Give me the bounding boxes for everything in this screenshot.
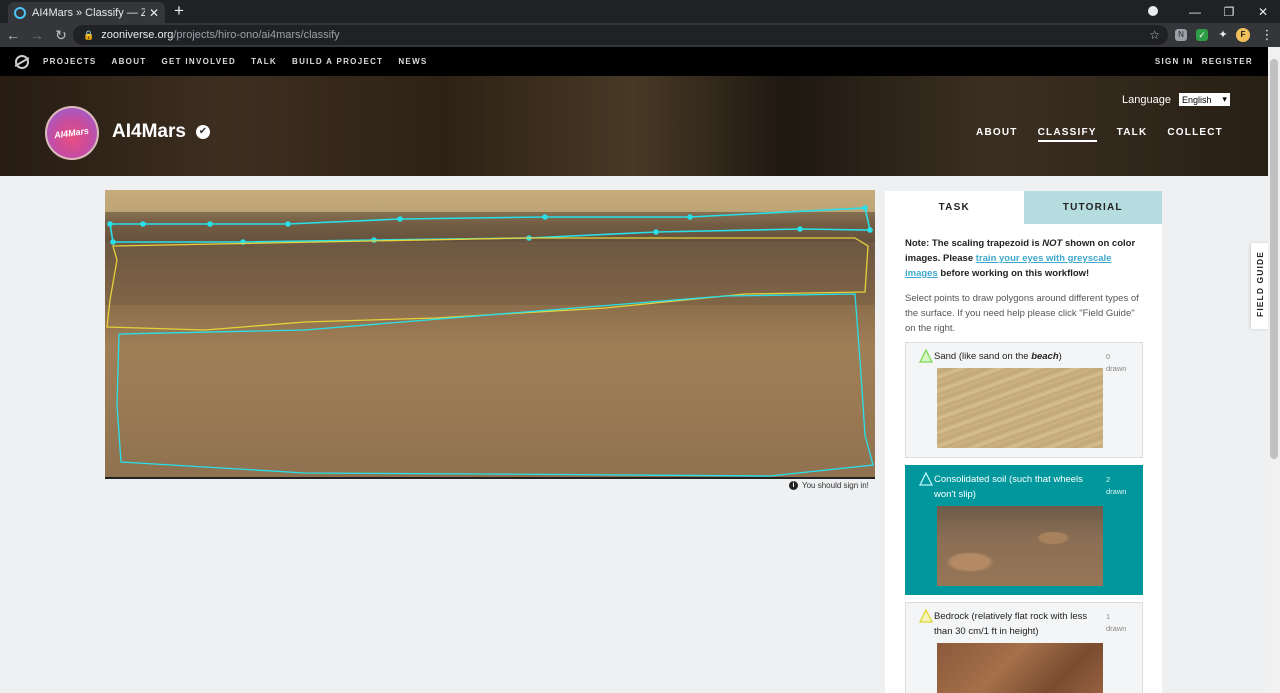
project-title-wrap: AI4Mars ✔ <box>112 121 210 143</box>
close-tab-icon[interactable]: ✕ <box>149 6 159 20</box>
browser-tab[interactable]: AI4Mars » Classify — Zooniverse ✕ <box>8 2 165 23</box>
zooniverse-favicon-icon <box>14 6 26 19</box>
sand-example-image <box>937 368 1103 448</box>
address-bar[interactable]: 🔒 zooniverse.org/projects/hiro-ono/ai4ma… <box>73 25 1168 45</box>
choice-consolidated-soil[interactable]: Consolidated soil (such that wheels won'… <box>905 465 1143 595</box>
choice-label: Consolidated soil (such that wheels won'… <box>934 474 1083 500</box>
choice-count: 1 drawn <box>1106 611 1128 635</box>
subject-bottom-bar <box>105 477 875 479</box>
sign-in-notice: i You should sign in! <box>789 481 869 490</box>
soil-example-image <box>937 506 1103 586</box>
nav-news[interactable]: NEWS <box>398 57 427 66</box>
choice-count: 0 drawn <box>1106 351 1128 375</box>
task-instructions: Select points to draw polygons around di… <box>905 293 1139 334</box>
back-arrow-icon[interactable]: ← <box>2 27 24 43</box>
extension-n-icon[interactable]: N <box>1175 29 1187 41</box>
count-unit: drawn <box>1106 364 1127 373</box>
choice-label: Sand (like sand on the beach) <box>934 351 1062 362</box>
bookmark-star-icon[interactable]: ☆ <box>1149 28 1160 42</box>
browser-toolbar: ← → ↻ 🔒 zooniverse.org/projects/hiro-ono… <box>0 23 1280 47</box>
lock-icon: 🔒 <box>83 29 95 40</box>
close-window-button[interactable]: ✕ <box>1246 5 1280 19</box>
bedrock-example-image <box>937 643 1103 693</box>
page-scrollbar[interactable] <box>1268 47 1280 693</box>
verified-badge-icon: ✔ <box>195 125 210 139</box>
language-label: Language <box>1122 93 1171 106</box>
workflow-note: Note: The scaling trapezoid is NOT shown… <box>905 236 1142 281</box>
window-controls: — ❐ ✕ <box>1144 0 1280 23</box>
avatar-logo-text: AI4Mars <box>53 125 91 141</box>
project-nav-classify[interactable]: CLASSIFY <box>1037 127 1097 142</box>
count-value: 2 <box>1106 475 1111 484</box>
reload-icon[interactable]: ↻ <box>50 27 72 44</box>
soil-polygon-bottom[interactable] <box>116 293 874 477</box>
sign-in-notice-text: You should sign in! <box>802 481 869 490</box>
profile-avatar-icon[interactable]: F <box>1236 28 1250 42</box>
note-suffix: before working on this workflow! <box>937 268 1090 279</box>
task-tabs: TASK TUTORIAL <box>885 191 1162 224</box>
project-avatar[interactable]: AI4Mars <box>45 106 99 160</box>
project-nav: ABOUT CLASSIFY TALK COLLECT <box>956 127 1223 142</box>
choice-count: 2 drawn <box>1106 474 1128 498</box>
info-icon: i <box>789 481 798 490</box>
project-nav-collect[interactable]: COLLECT <box>1167 127 1223 142</box>
choice-sand[interactable]: Sand (like sand on the beach) 0 drawn <box>905 342 1143 458</box>
extensions-puzzle-icon[interactable]: ✦ <box>1214 26 1232 44</box>
note-emphasis: NOT <box>1042 238 1063 249</box>
chevron-down-icon: ▾ <box>1222 94 1227 104</box>
triangle-tool-icon <box>919 349 933 363</box>
language-select[interactable]: English ▾ <box>1178 93 1230 106</box>
nav-build-a-project[interactable]: BUILD A PROJECT <box>292 57 383 66</box>
profile-record-icon[interactable] <box>1144 5 1178 19</box>
url-host: zooniverse.org <box>101 29 174 41</box>
note-prefix: Note: The scaling trapezoid is <box>905 238 1043 249</box>
zooniverse-logo-icon[interactable] <box>15 54 29 69</box>
project-nav-talk[interactable]: TALK <box>1117 127 1148 142</box>
project-nav-about[interactable]: ABOUT <box>976 127 1018 142</box>
project-title[interactable]: AI4Mars <box>112 121 186 143</box>
new-tab-button[interactable]: + <box>174 1 184 21</box>
choice-label: Bedrock (relatively flat rock with less … <box>934 611 1088 637</box>
scrollbar-thumb[interactable] <box>1270 59 1278 459</box>
choice-bedrock[interactable]: Bedrock (relatively flat rock with less … <box>905 602 1143 693</box>
language-value: English <box>1181 94 1212 105</box>
site-nav: PROJECTS ABOUT GET INVOLVED TALK BUILD A… <box>0 47 1268 76</box>
project-header: AI4Mars AI4Mars ✔ Language English ▾ ABOU… <box>0 76 1268 176</box>
task-panel: TASK TUTORIAL Note: The scaling trapezoi… <box>885 191 1162 693</box>
sign-in-link[interactable]: SIGN IN <box>1155 57 1194 66</box>
nav-projects[interactable]: PROJECTS <box>43 57 97 66</box>
url-path: /projects/hiro-ono/ai4mars/classify <box>173 29 340 41</box>
count-value: 0 <box>1106 352 1111 361</box>
triangle-tool-icon <box>919 472 933 486</box>
browser-tabbar: AI4Mars » Classify — Zooniverse ✕ + — ❐ … <box>0 0 1280 23</box>
register-link[interactable]: REGISTER <box>1202 57 1253 66</box>
minimize-button[interactable]: — <box>1178 5 1212 19</box>
nav-talk[interactable]: TALK <box>251 57 277 66</box>
annotation-layer[interactable] <box>105 190 875 478</box>
restore-button[interactable]: ❐ <box>1212 5 1246 19</box>
tab-task[interactable]: TASK <box>885 191 1024 224</box>
extension-check-icon[interactable]: ✓ <box>1196 29 1208 41</box>
language-picker: Language English ▾ <box>1122 93 1230 106</box>
tab-tutorial[interactable]: TUTORIAL <box>1023 191 1162 224</box>
count-unit: drawn <box>1106 624 1127 633</box>
nav-about[interactable]: ABOUT <box>112 57 147 66</box>
chrome-menu-icon[interactable]: ⋮ <box>1258 26 1276 44</box>
tab-title: AI4Mars » Classify — Zooniverse <box>32 6 145 19</box>
count-unit: drawn <box>1106 487 1127 496</box>
field-guide-label: FIELD GUIDE <box>1255 251 1265 317</box>
field-guide-tab[interactable]: FIELD GUIDE <box>1251 243 1268 329</box>
triangle-tool-icon <box>919 609 933 623</box>
count-value: 1 <box>1106 612 1111 621</box>
subject-image[interactable] <box>105 190 875 478</box>
forward-arrow-icon[interactable]: → <box>26 27 48 43</box>
nav-get-involved[interactable]: GET INVOLVED <box>161 57 236 66</box>
